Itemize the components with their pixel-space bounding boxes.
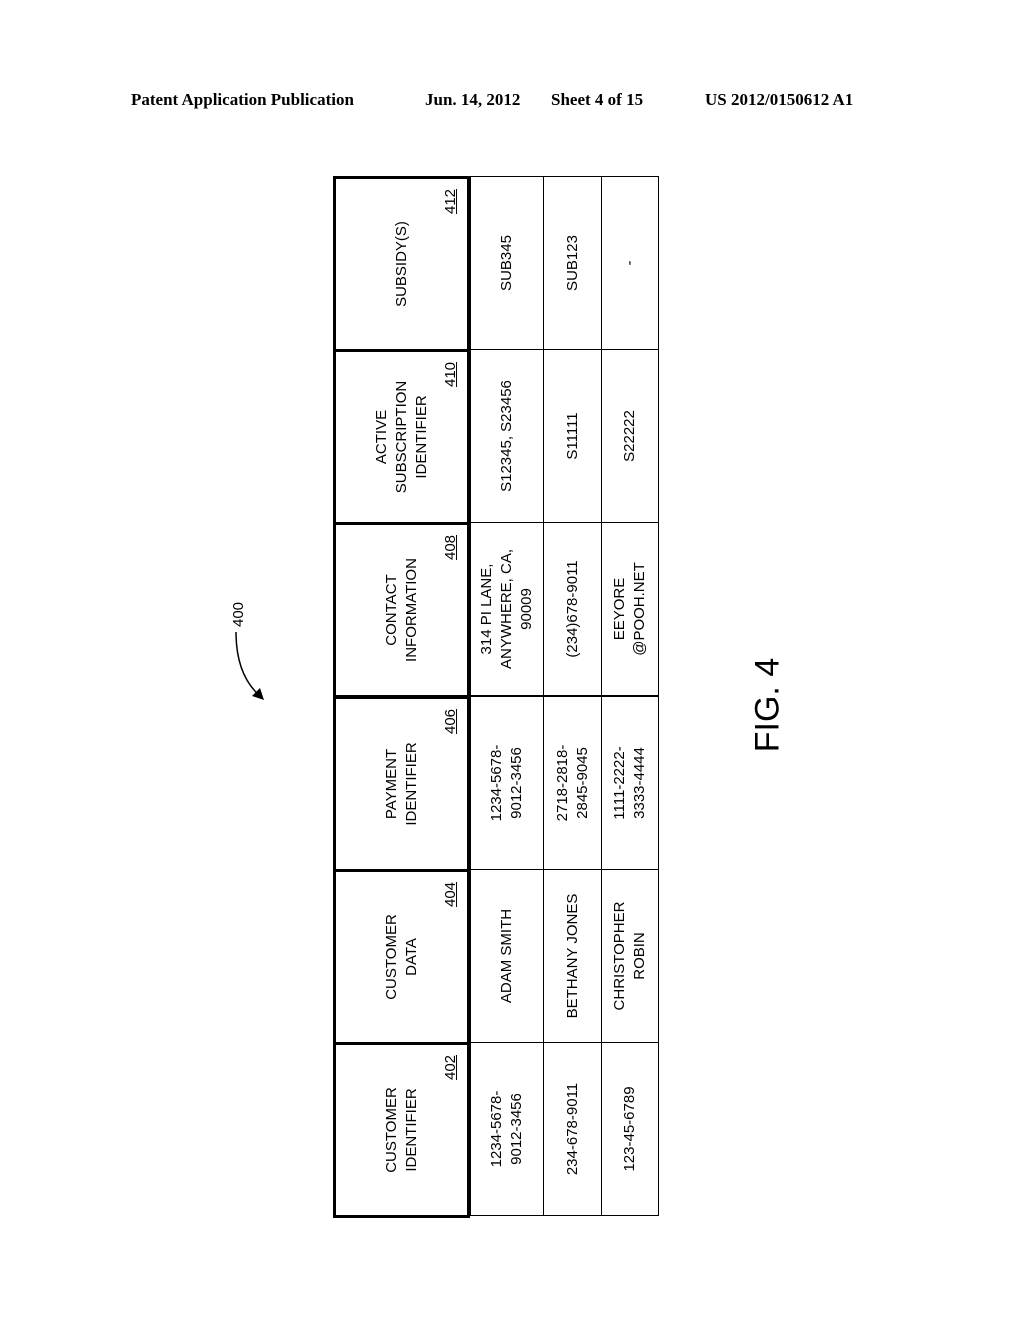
sheet-number: Sheet 4 of 15 [551, 90, 644, 109]
table-cell: BETHANY JONES [543, 868, 602, 1043]
figure-label: FIG. 4 [738, 657, 798, 753]
cell-value: ADAM SMITH [498, 908, 515, 1003]
column-header-title: CONTACT INFORMATION [382, 558, 420, 663]
table-cell: 123-45-6789 [601, 1041, 659, 1216]
table-cell: (234)678-9011 [543, 522, 602, 697]
table-cell: S12345, S23456 [470, 349, 544, 524]
column-header: CUSTOMER IDENTIFIER 402 [333, 1041, 470, 1218]
column-header-title: CUSTOMER DATA [382, 913, 420, 1000]
reference-arrow-icon [235, 631, 264, 700]
column-header: PAYMENT IDENTIFIER 406 [333, 695, 470, 872]
patent-number: US 2012/0150612 A1 [705, 90, 854, 109]
column-reference-number: 402 [441, 1054, 459, 1080]
table-cell: S11111 [543, 349, 602, 524]
column-header: SUBSIDY(S) 412 [333, 176, 470, 353]
table-cell: CHRISTOPHER ROBIN [601, 868, 659, 1043]
column-header: CUSTOMER DATA 404 [333, 868, 470, 1045]
figure-reference-number: 400 [230, 601, 248, 628]
column-reference-number: 406 [441, 708, 459, 734]
column-header: CONTACT INFORMATION 408 [333, 522, 470, 699]
table-cell: 2718-2818- 2845-9045 [543, 695, 602, 870]
column-header-title: PAYMENT IDENTIFIER [382, 741, 420, 826]
customer-data-table: CUSTOMER IDENTIFIER 402 1234-5678- 9012-34… [333, 176, 659, 1218]
cell-value: 234-678-9011 [563, 1082, 581, 1176]
table-cell: 1234-5678- 9012-3456 [470, 695, 544, 870]
column-reference-number: 408 [441, 535, 459, 561]
table-cell: ADAM SMITH [470, 868, 544, 1043]
cell-value: 314 PI LANE, ANYWHERE, CA, 90009 [478, 549, 535, 670]
table-cell: SUB345 [470, 176, 544, 351]
column-header: ACTIVE SUBSCRIPTION IDENTIFIER 410 [333, 349, 470, 526]
column-reference-number: 404 [441, 881, 459, 907]
table-cell: 1111-2222- 3333-4444 [601, 695, 659, 870]
column-header-title: SUBSIDY(S) [392, 221, 410, 308]
cell-value: S12345, S23456 [498, 380, 515, 493]
table-cell: - [601, 176, 659, 351]
publication-date: Jun. 14, 2012 [425, 90, 521, 109]
column-reference-number: 410 [441, 362, 459, 388]
column-header-title: CUSTOMER IDENTIFIER [382, 1087, 420, 1173]
column-reference-number: 412 [441, 188, 459, 215]
cell-value: BETHANY JONES [563, 893, 581, 1019]
cell-value: 1234-5678- 9012-3456 [488, 744, 525, 821]
cell-value: S22222 [621, 410, 638, 463]
cell-value: 123-45-6789 [621, 1086, 638, 1172]
cell-value: - [621, 260, 638, 266]
cell-value: SUB123 [563, 235, 581, 292]
publication-type: Patent Application Publication [131, 90, 354, 109]
table-cell: 234-678-9011 [543, 1041, 602, 1216]
cell-value: 2718-2818- 2845-9045 [553, 744, 591, 821]
figure-label-text: FIG. 4 [748, 657, 787, 753]
cell-value: EEYORE @POOH.NET [611, 562, 648, 657]
table-cell: 314 PI LANE, ANYWHERE, CA, 90009 [470, 522, 544, 697]
column-header-title: ACTIVE SUBSCRIPTION IDENTIFIER [372, 380, 430, 494]
page-header: Patent Application Publication Jun. 14, … [0, 90, 1024, 114]
cell-value: 1111-2222- 3333-4444 [611, 745, 648, 820]
cell-value: SUB345 [498, 235, 515, 292]
cell-value: S11111 [563, 412, 581, 460]
table-cell: S22222 [601, 349, 659, 524]
table-cell: EEYORE @POOH.NET [601, 522, 659, 697]
table-cell: SUB123 [543, 176, 602, 351]
cell-value: (234)678-9011 [563, 560, 581, 659]
cell-value: CHRISTOPHER ROBIN [611, 901, 648, 1011]
table-cell: 1234-5678- 9012-3456 [470, 1041, 544, 1216]
cell-value: 1234-5678- 9012-3456 [488, 1090, 525, 1168]
